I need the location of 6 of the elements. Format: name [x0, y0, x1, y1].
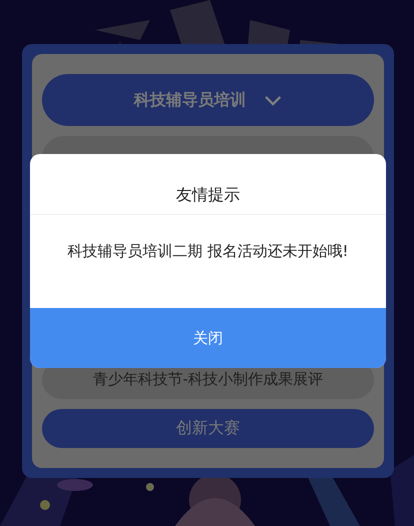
- contest-button[interactable]: 创新大赛: [42, 409, 374, 448]
- dialog-title: 友情提示: [30, 154, 386, 215]
- chevron-down-icon: [264, 94, 282, 106]
- dialog-message: 科技辅导员培训二期 报名活动还未开始哦!: [66, 241, 350, 262]
- close-button[interactable]: 关闭: [30, 308, 386, 368]
- dropdown-button[interactable]: 科技辅导员培训: [42, 74, 374, 126]
